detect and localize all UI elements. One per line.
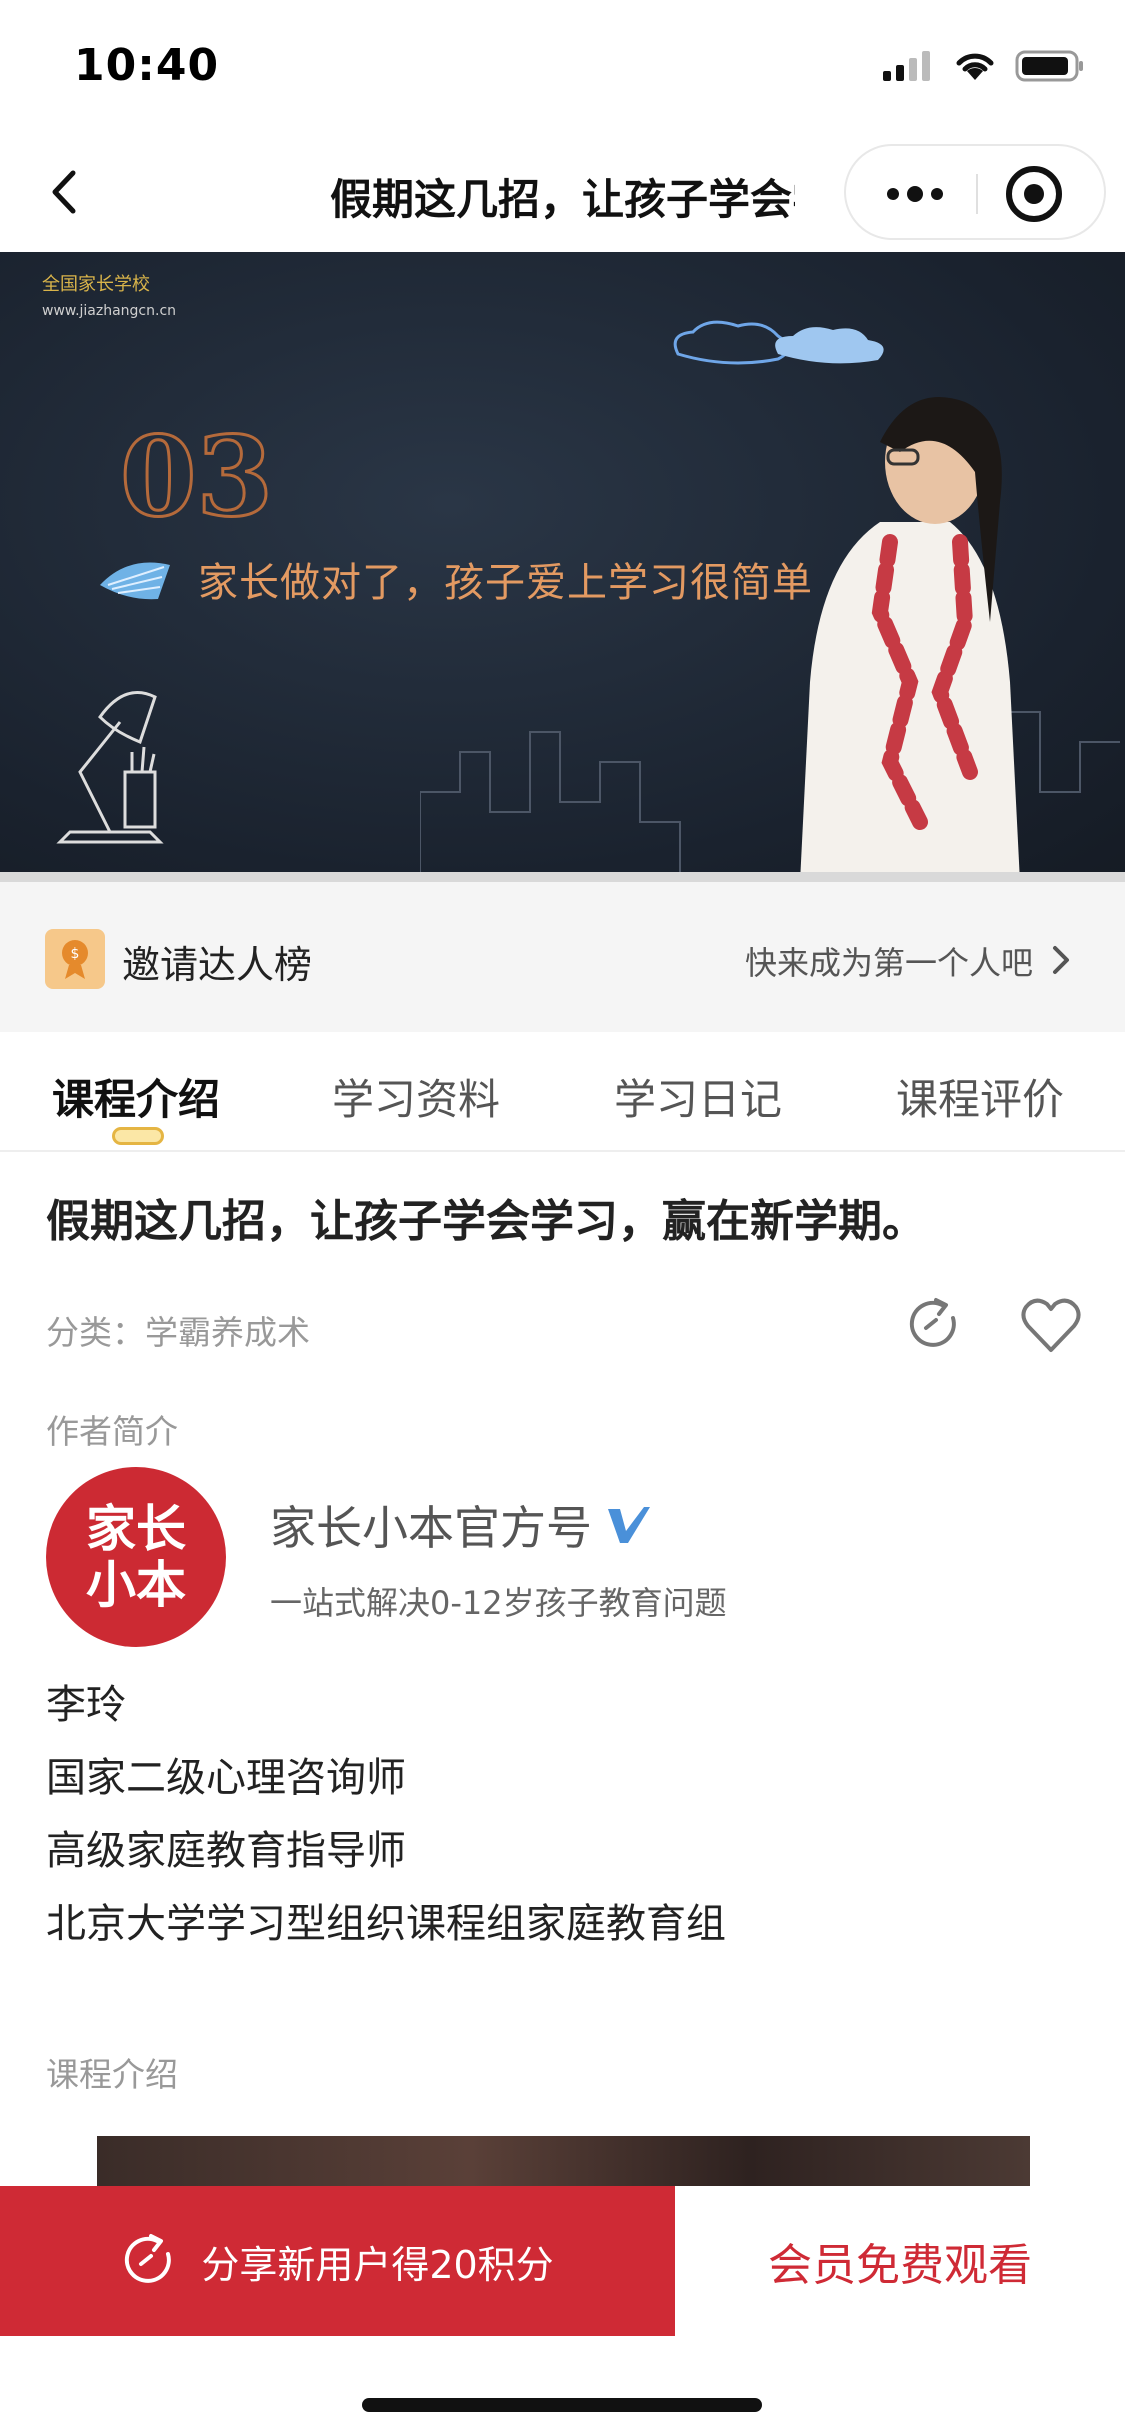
back-button[interactable]	[32, 160, 96, 224]
tab-study-materials[interactable]: 学习资料	[332, 1066, 500, 1127]
video-progress-track[interactable]	[0, 872, 1125, 882]
home-indicator	[362, 2398, 762, 2412]
school-logo: 全国家长学校 www.jiazhangcn.cn	[42, 272, 176, 324]
course-title: 假期这几招，让孩子学会学习，赢在新学期。	[46, 1196, 926, 1247]
active-tab-indicator	[112, 1127, 164, 1145]
tab-bar: 课程介绍 学习资料 学习日记 课程评价	[0, 1032, 1125, 1152]
status-time: 10:40	[74, 40, 220, 91]
page-title: 假期这几招，让孩子学会学习，赢在新学期。	[330, 175, 795, 224]
tab-course-reviews[interactable]: 课程评价	[896, 1066, 1064, 1127]
avatar-text-bottom: 小本	[86, 1556, 186, 1614]
school-url: www.jiazhangcn.cn	[42, 303, 177, 319]
chevron-right-icon	[1053, 946, 1069, 974]
share-icon[interactable]	[906, 1296, 964, 1354]
invite-hint: 快来成为第一个人吧	[744, 944, 1033, 982]
more-dot-icon	[887, 188, 899, 200]
capsule-divider	[976, 174, 978, 214]
bio-line: 国家二级心理咨询师	[46, 1755, 406, 1801]
author-description: 一站式解决0-12岁孩子教育问题	[270, 1584, 727, 1622]
bottom-action-bar: 分享新用户得20积分 会员免费观看	[0, 2186, 1125, 2336]
author-section-label: 作者简介	[46, 1412, 178, 1451]
status-bar: 10:40	[0, 0, 1125, 132]
miniprogram-capsule	[844, 144, 1106, 240]
heart-icon[interactable]	[1020, 1296, 1082, 1354]
author-name: 家长小本官方号	[270, 1501, 592, 1555]
cloud-icon	[673, 320, 884, 365]
bio-line: 高级家庭教育指导师	[46, 1828, 406, 1874]
intro-section-label: 课程介绍	[46, 2055, 178, 2094]
member-watch-button[interactable]: 会员免费观看	[675, 2186, 1125, 2336]
avatar-text-top: 家长	[86, 1500, 186, 1558]
close-miniprogram-button[interactable]	[1006, 166, 1062, 222]
lamp-icon	[56, 691, 164, 844]
svg-text:$: $	[71, 946, 80, 962]
invite-label: 邀请达人榜	[122, 943, 313, 987]
member-button-label: 会员免费观看	[768, 2240, 1032, 2291]
more-dot-icon	[907, 186, 923, 202]
video-player[interactable]: 全国家长学校 www.jiazhangcn.cn 03 家长做对了，孩子爱上学习…	[0, 252, 1125, 882]
bio-line: 李玲	[46, 1682, 126, 1728]
tab-study-diary[interactable]: 学习日记	[614, 1066, 782, 1127]
share-button-label: 分享新用户得20积分	[201, 2242, 554, 2287]
teacher-figure	[800, 397, 1020, 882]
signal-icon	[883, 51, 930, 81]
episode-caption: 家长做对了，孩子爱上学习很简单	[198, 560, 813, 606]
course-category: 分类：学霸养成术	[46, 1313, 310, 1352]
tab-course-intro[interactable]: 课程介绍	[52, 1066, 220, 1127]
status-icons	[883, 50, 1085, 82]
invite-leaderboard-row[interactable]: $ 邀请达人榜 快来成为第一个人吧	[0, 882, 1125, 1032]
avatar[interactable]: 家长 小本	[46, 1467, 226, 1647]
nav-bar: 假期这几招，让孩子学会学习，赢在新学期。	[0, 132, 1125, 252]
more-dot-icon	[931, 188, 943, 200]
battery-icon	[1015, 50, 1083, 82]
verified-icon	[608, 1507, 650, 1543]
chevron-left-icon	[52, 170, 76, 214]
trophy-icon: $	[45, 929, 105, 989]
more-button[interactable]	[870, 168, 960, 220]
intro-image	[97, 2136, 1030, 2186]
author-name-row[interactable]: 家长小本官方号	[270, 1492, 652, 1558]
bio-line: 北京大学学习型组织课程组家庭教育组	[46, 1901, 726, 1947]
episode-number: 03	[118, 411, 274, 543]
wifi-icon	[956, 53, 994, 80]
share-button[interactable]: 分享新用户得20积分	[0, 2186, 675, 2336]
fan-icon	[100, 562, 170, 600]
share-icon	[125, 2234, 172, 2283]
school-name: 全国家长学校	[42, 274, 150, 295]
